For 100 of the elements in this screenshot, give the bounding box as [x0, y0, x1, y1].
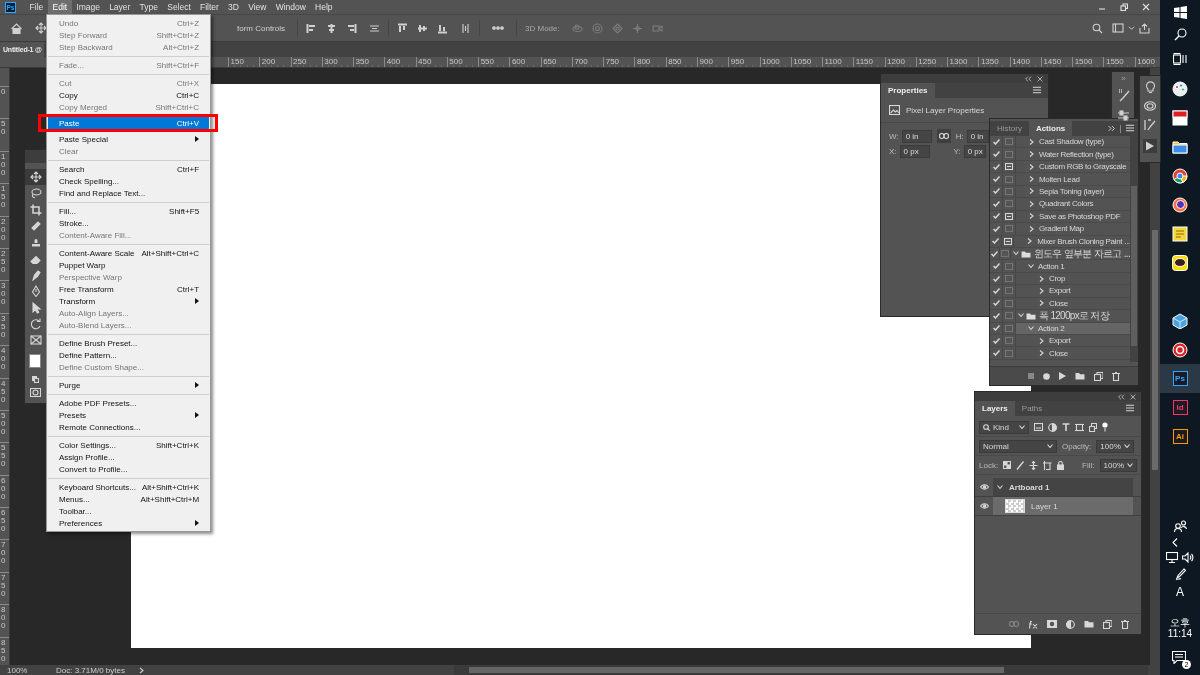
menu-item[interactable]: Purge	[48, 379, 210, 391]
menu-title[interactable]: Edit	[47, 0, 72, 14]
check-icon[interactable]	[992, 213, 1000, 220]
move-icon[interactable]	[35, 22, 47, 34]
filter-toggle-icon[interactable]	[1102, 422, 1108, 432]
action-row[interactable]: Gradient Map	[1016, 223, 1130, 235]
volume-icon[interactable]	[1182, 552, 1194, 563]
smart-object-filter-icon[interactable]	[1089, 422, 1097, 432]
task-view-icon[interactable]	[1173, 53, 1187, 65]
taskbar-app[interactable]: Id	[1160, 393, 1200, 422]
check-icon[interactable]	[992, 275, 1000, 282]
pen-tool-icon[interactable]	[29, 285, 42, 298]
input-field[interactable]: 0 in	[901, 129, 932, 143]
action-row[interactable]: Close	[1016, 347, 1130, 359]
input-field[interactable]: 0 px	[899, 145, 930, 158]
menu-item[interactable]: Free Transform Ctrl+T	[48, 283, 210, 295]
lock-position-icon[interactable]	[1029, 460, 1039, 470]
people-icon[interactable]	[1173, 520, 1187, 532]
action-row[interactable]: Action 2	[1016, 322, 1130, 334]
align-right-icon[interactable]	[346, 22, 357, 34]
adjustment-layer-icon[interactable]	[1066, 619, 1075, 629]
play-icon[interactable]	[1059, 372, 1066, 380]
check-icon[interactable]	[992, 163, 1000, 170]
menu-title[interactable]: Type	[135, 0, 163, 14]
history-brush-icon[interactable]	[1144, 119, 1156, 131]
menu-item[interactable]: Fill... Shift+F5	[48, 205, 210, 217]
layer-row[interactable]: Artboard 1	[993, 478, 1133, 496]
new-layer-icon[interactable]	[1103, 619, 1112, 629]
brush-presets-icon[interactable]	[1116, 89, 1130, 102]
dialog-toggle-icon[interactable]	[1005, 212, 1013, 220]
dialog-toggle-icon[interactable]	[1003, 237, 1012, 245]
rotate-tool-icon[interactable]	[29, 317, 42, 330]
check-icon[interactable]	[992, 350, 1000, 357]
healing-tool-icon[interactable]	[29, 220, 42, 233]
collapsed-caret-icon[interactable]	[1029, 188, 1034, 195]
menu-title[interactable]: Help	[310, 0, 338, 14]
check-icon[interactable]	[992, 151, 1000, 158]
collapsed-caret-icon[interactable]	[1029, 151, 1034, 158]
crop-tool-icon[interactable]	[29, 203, 42, 216]
lock-artboard-icon[interactable]	[1043, 460, 1053, 470]
menu-item[interactable]: Convert to Profile...	[48, 463, 210, 475]
move-tool-icon[interactable]	[29, 171, 42, 184]
scrollbar-thumb[interactable]	[1131, 186, 1137, 346]
taskbar-app[interactable]: Ps	[1160, 364, 1200, 393]
menu-item[interactable]: Copy Ctrl+C	[48, 89, 210, 101]
menu-item[interactable]: Puppet Warp	[48, 259, 210, 271]
filter-dropdown[interactable]: Kind	[979, 420, 1029, 434]
menu-item[interactable]: Stroke...	[48, 217, 210, 229]
align-top-icon[interactable]	[397, 22, 408, 34]
menu-title[interactable]: Window	[271, 0, 311, 14]
action-row[interactable]: Export	[1016, 285, 1130, 297]
network-icon[interactable]	[1166, 552, 1178, 563]
menu-item[interactable]: Adobe PDF Presets...	[48, 397, 210, 409]
expanded-caret-icon[interactable]	[1028, 263, 1034, 269]
collapsed-caret-icon[interactable]	[1039, 337, 1044, 344]
close-icon[interactable]	[1142, 3, 1150, 11]
more-icon[interactable]	[492, 26, 504, 30]
shape-filter-icon[interactable]	[1075, 422, 1084, 432]
close-icon[interactable]	[1129, 392, 1137, 401]
vertical-scrollbar[interactable]	[1130, 136, 1138, 362]
expanded-caret-icon[interactable]	[1012, 251, 1019, 257]
close-icon[interactable]	[1036, 74, 1044, 83]
collapsed-caret-icon[interactable]	[1029, 176, 1034, 183]
chevron-icon[interactable]	[139, 666, 144, 674]
menu-item[interactable]: Search Ctrl+F	[48, 163, 210, 175]
menu-item[interactable]: Define Brush Preset...	[48, 337, 210, 349]
home-icon[interactable]	[10, 21, 23, 35]
distribute-icon[interactable]	[369, 22, 380, 34]
check-icon[interactable]	[992, 176, 1000, 183]
restore-icon[interactable]	[1120, 3, 1128, 11]
arrow-tool-icon[interactable]	[29, 301, 42, 314]
type-filter-icon[interactable]	[1062, 423, 1070, 431]
menu-item[interactable]: Toolbar...	[48, 505, 210, 517]
collapsed-caret-icon[interactable]	[1039, 350, 1044, 357]
panel-menu-icon[interactable]	[1125, 123, 1135, 133]
panel-menu-icon[interactable]	[1032, 85, 1042, 95]
lightbulb-icon[interactable]	[1144, 80, 1156, 93]
mask-icon[interactable]	[1047, 620, 1057, 628]
scrollbar-thumb[interactable]	[1152, 230, 1158, 470]
lock-pixels-icon[interactable]	[1003, 461, 1012, 469]
blend-mode-dropdown[interactable]: Normal	[979, 439, 1057, 453]
collapsed-caret-icon[interactable]	[1029, 163, 1034, 170]
opacity-field[interactable]: 100%	[1096, 439, 1134, 453]
menu-item[interactable]: Find and Replace Text...	[48, 187, 210, 199]
align-bottom-icon[interactable]	[437, 22, 448, 34]
action-row[interactable]: Export	[1016, 335, 1130, 347]
action-row[interactable]: Custom RGB to Grayscale	[1016, 160, 1130, 173]
action-row[interactable]: Action 1	[1016, 260, 1130, 272]
adjust-sliders-icon[interactable]	[1116, 110, 1130, 121]
action-row[interactable]: Quadrant Colors	[1016, 198, 1130, 210]
check-icon[interactable]	[992, 300, 1000, 307]
quick-mask-icon[interactable]	[30, 388, 41, 398]
action-row[interactable]: Water Reflection (type)	[1016, 148, 1130, 160]
collapsed-caret-icon[interactable]	[1027, 238, 1033, 245]
check-icon[interactable]	[992, 312, 1000, 319]
check-icon[interactable]	[992, 263, 1000, 270]
panel-tab[interactable]: Layers	[975, 401, 1015, 416]
caret-icon[interactable]	[1128, 25, 1135, 31]
collapse-icon[interactable]	[1024, 74, 1032, 83]
stamp-tool-icon[interactable]	[29, 236, 42, 249]
